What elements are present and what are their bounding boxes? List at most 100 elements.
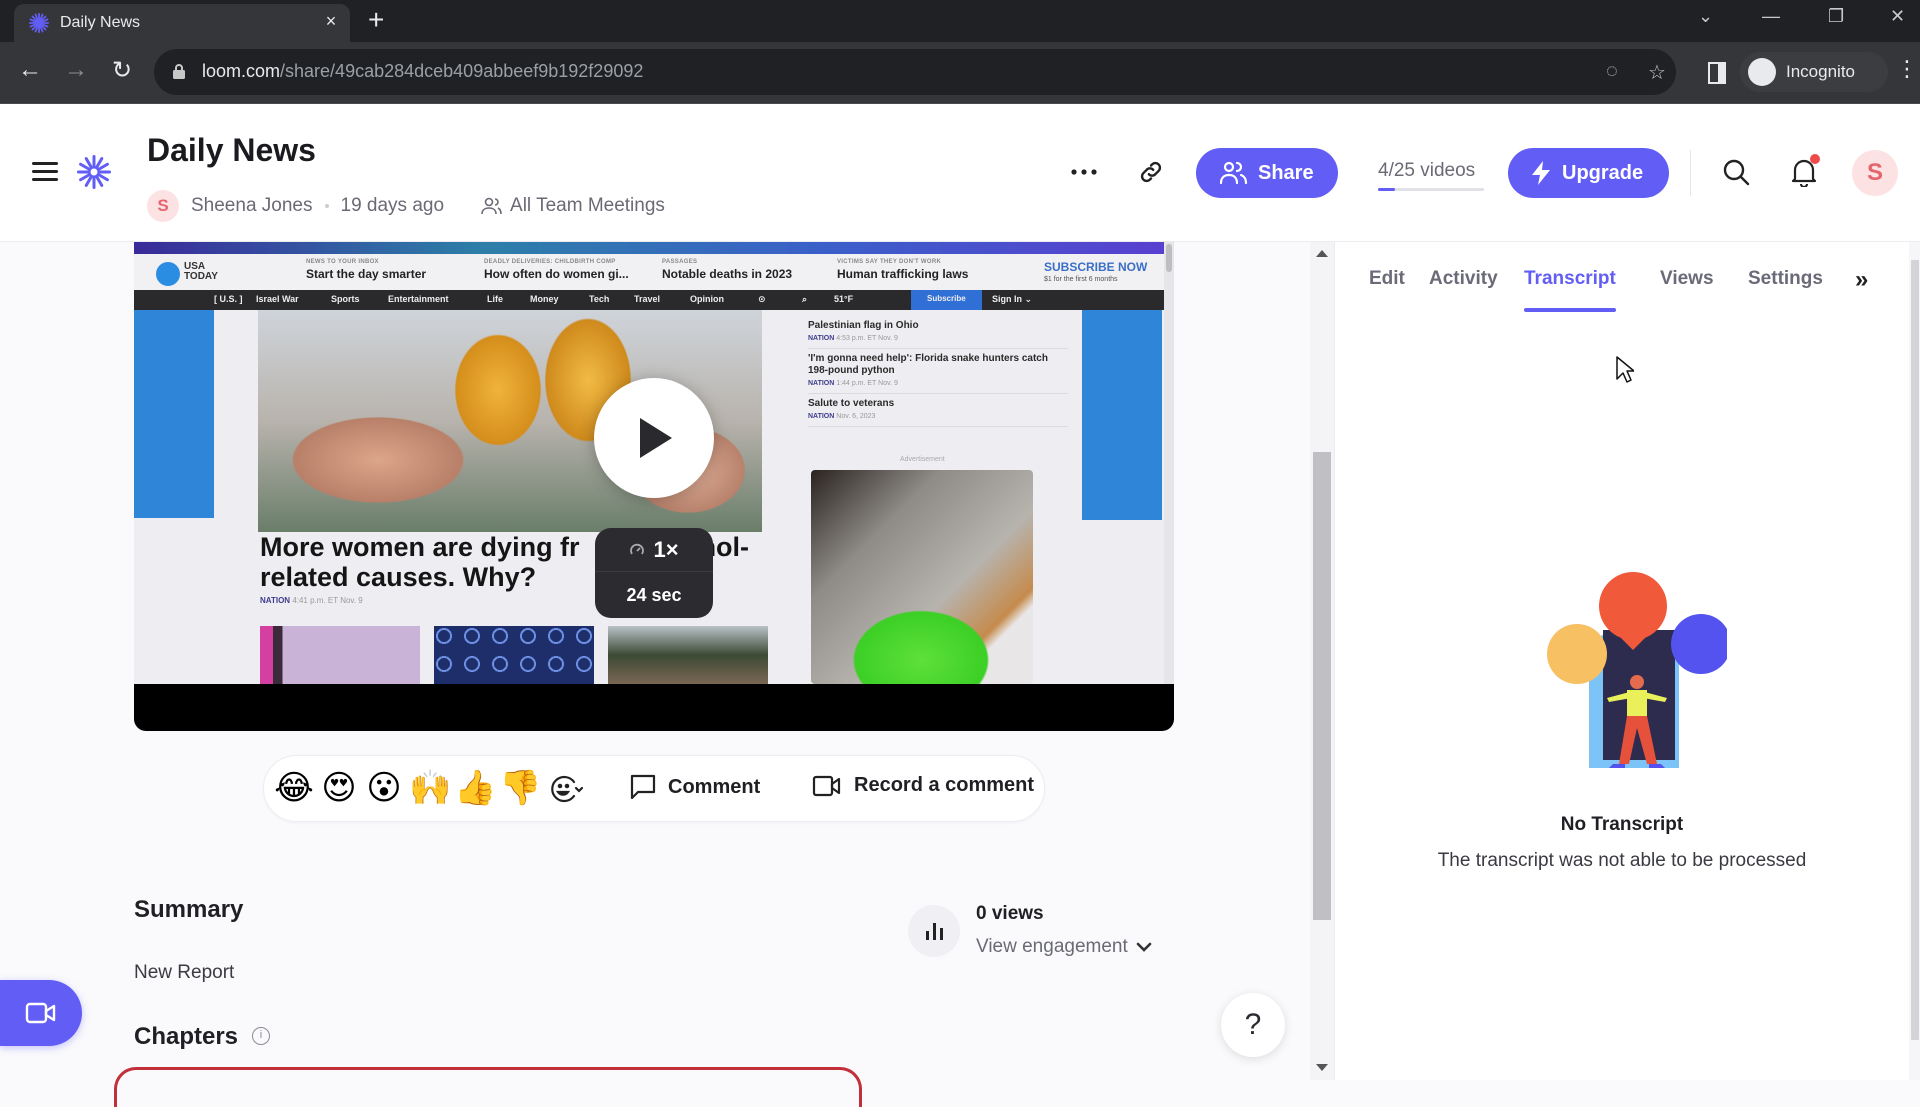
url-text[interactable]: loom.com/share/49cab284dceb409abbeef9b19… xyxy=(202,61,643,82)
video-duration: 24 sec xyxy=(626,584,682,605)
site-signin: Sign In ⌄ xyxy=(992,294,1033,304)
video-quota-text[interactable]: 4/25 videos xyxy=(1378,160,1475,182)
chapters-heading: Chapters xyxy=(134,1023,239,1050)
playback-speed[interactable]: 1× xyxy=(595,528,713,572)
panel-scrollbar[interactable] xyxy=(1909,242,1920,1080)
folder-link[interactable]: All Team Meetings xyxy=(510,195,665,217)
search-button[interactable] xyxy=(1716,152,1756,192)
emoji-picker-icon[interactable] xyxy=(550,774,584,804)
collapse-panel-icon[interactable]: » xyxy=(1855,266,1868,294)
summary-text[interactable]: New Report xyxy=(134,962,234,984)
incognito-label: Incognito xyxy=(1786,62,1855,81)
share-label: Share xyxy=(1258,161,1314,184)
restore-icon[interactable]: ❐ xyxy=(1828,6,1844,27)
site-nav-item: Money xyxy=(530,294,559,304)
new-tab-button[interactable]: + xyxy=(368,4,384,36)
site-nav-item: [ U.S. ] xyxy=(214,294,243,304)
author-name[interactable]: Sheena Jones xyxy=(191,195,313,217)
video-quota-fill xyxy=(1378,188,1395,191)
engagement-chart-icon xyxy=(908,905,960,957)
article-thumbnail xyxy=(434,626,594,684)
site-nav-item: Life xyxy=(487,294,504,304)
article-meta: NATION 4:41 p.m. ET Nov. 9 xyxy=(260,596,363,605)
scroll-up-arrow-icon[interactable] xyxy=(1316,250,1328,257)
upgrade-button[interactable]: Upgrade xyxy=(1508,148,1670,198)
close-window-icon[interactable]: ✕ xyxy=(1890,6,1905,27)
back-icon[interactable]: ← xyxy=(14,56,46,84)
speed-gauge-icon xyxy=(630,543,645,554)
story-item: 'I'm gonna need help': Florida snake hun… xyxy=(808,349,1068,394)
play-icon xyxy=(640,418,672,458)
share-people-icon xyxy=(1220,161,1248,185)
site-nav-item: Tech xyxy=(589,294,610,304)
side-panel-icon[interactable] xyxy=(1708,62,1726,84)
browser-tab[interactable]: Daily News × xyxy=(14,4,350,42)
play-button[interactable] xyxy=(594,378,714,498)
usa-today-logo-icon xyxy=(156,262,180,286)
forward-icon[interactable]: → xyxy=(60,56,92,84)
video-title[interactable]: Daily News xyxy=(147,132,316,169)
record-comment-button[interactable]: Record a comment xyxy=(812,774,1034,797)
ad-image xyxy=(811,470,1033,684)
views-count: 0 views xyxy=(976,903,1044,924)
more-horizontal-icon xyxy=(1071,169,1097,175)
tab-views[interactable]: Views xyxy=(1660,268,1714,290)
browser-menu-icon[interactable]: ⋮ xyxy=(1896,56,1918,82)
tracking-blocked-eye-icon[interactable]: ◌ xyxy=(1606,60,1618,83)
bookmark-star-icon[interactable]: ☆ xyxy=(1648,60,1666,85)
tab-activity[interactable]: Activity xyxy=(1429,268,1498,290)
app-header: Daily News S Sheena Jones 19 days ago Al… xyxy=(0,104,1920,242)
reaction-laugh[interactable]: 😂 xyxy=(274,768,314,808)
video-camera-icon xyxy=(812,775,841,796)
panel-scroll-thumb[interactable] xyxy=(1911,260,1919,1040)
site-weather: 51°F xyxy=(834,294,854,304)
copy-link-button[interactable] xyxy=(1131,152,1171,192)
site-header-item: PASSAGES Notable deaths in 2023 xyxy=(662,259,793,281)
header-divider xyxy=(1690,150,1691,196)
loom-logo-icon[interactable] xyxy=(76,154,112,190)
reaction-thumbs-up[interactable]: 👍 xyxy=(454,768,496,808)
time-ago: 19 days ago xyxy=(340,195,445,216)
share-button[interactable]: Share xyxy=(1196,148,1338,198)
incognito-profile-button[interactable]: Incognito xyxy=(1740,52,1888,92)
site-subscribe-now: SUBSCRIBE NOW $1 for the first 6 months xyxy=(1044,260,1148,283)
user-avatar[interactable]: S xyxy=(1852,150,1898,196)
tab-edit[interactable]: Edit xyxy=(1369,268,1405,290)
reaction-thumbs-down[interactable]: 👎 xyxy=(499,768,541,808)
comment-button[interactable]: Comment xyxy=(630,774,760,800)
reaction-heart-eyes[interactable]: 😍 xyxy=(319,768,359,808)
playback-info-pill[interactable]: 1× 24 sec xyxy=(595,528,713,618)
meta-separator xyxy=(324,204,329,208)
minimize-icon[interactable]: — xyxy=(1762,6,1780,27)
help-button[interactable]: ? xyxy=(1221,993,1285,1057)
video-player[interactable]: USA TODAY NEWS TO YOUR INBOX Start the day… xyxy=(134,242,1174,731)
record-video-button[interactable] xyxy=(0,980,82,1046)
reaction-raised-hands[interactable]: 🙌 xyxy=(409,768,451,808)
chapters-box[interactable] xyxy=(114,1067,862,1107)
author-avatar[interactable]: S xyxy=(147,190,179,222)
site-header-item: NEWS TO YOUR INBOX Start the day smarter xyxy=(306,259,427,281)
tab-search-chevron-icon[interactable]: ⌄ xyxy=(1698,6,1713,27)
notifications-button[interactable] xyxy=(1784,152,1824,192)
site-subscribe: Subscribe xyxy=(911,290,982,310)
video-meta: S Sheena Jones 19 days ago All Team Meet… xyxy=(147,188,665,224)
tab-settings[interactable]: Settings xyxy=(1748,268,1823,290)
site-header-item: VICTIMS SAY THEY DON'T WORK Human traffic… xyxy=(837,259,969,281)
reaction-surprised[interactable]: 😮 xyxy=(364,768,404,808)
lightning-icon xyxy=(1532,161,1550,185)
view-engagement-dropdown[interactable]: View engagement xyxy=(976,936,1152,958)
more-options-button[interactable] xyxy=(1064,152,1104,192)
menu-hamburger-icon[interactable] xyxy=(32,162,58,182)
reload-icon[interactable]: ↻ xyxy=(106,56,138,85)
tab-close-icon[interactable]: × xyxy=(320,11,342,32)
incognito-icon xyxy=(1748,58,1776,86)
scroll-down-arrow-icon[interactable] xyxy=(1316,1064,1328,1071)
tab-title: Daily News xyxy=(60,14,141,31)
scroll-thumb[interactable] xyxy=(1313,452,1331,920)
info-icon[interactable]: i xyxy=(252,1027,270,1045)
browser-tab-bar: Daily News × + ⌄ — ❐ ✕ xyxy=(0,0,1920,42)
address-bar[interactable]: loom.com/share/49cab284dceb409abbeef9b19… xyxy=(154,49,1676,95)
tab-transcript[interactable]: Transcript xyxy=(1524,268,1616,290)
story-list: Palestinian flag in Ohio NATION 4:53 p.m.… xyxy=(808,316,1068,427)
main-scrollbar[interactable] xyxy=(1310,242,1334,1080)
